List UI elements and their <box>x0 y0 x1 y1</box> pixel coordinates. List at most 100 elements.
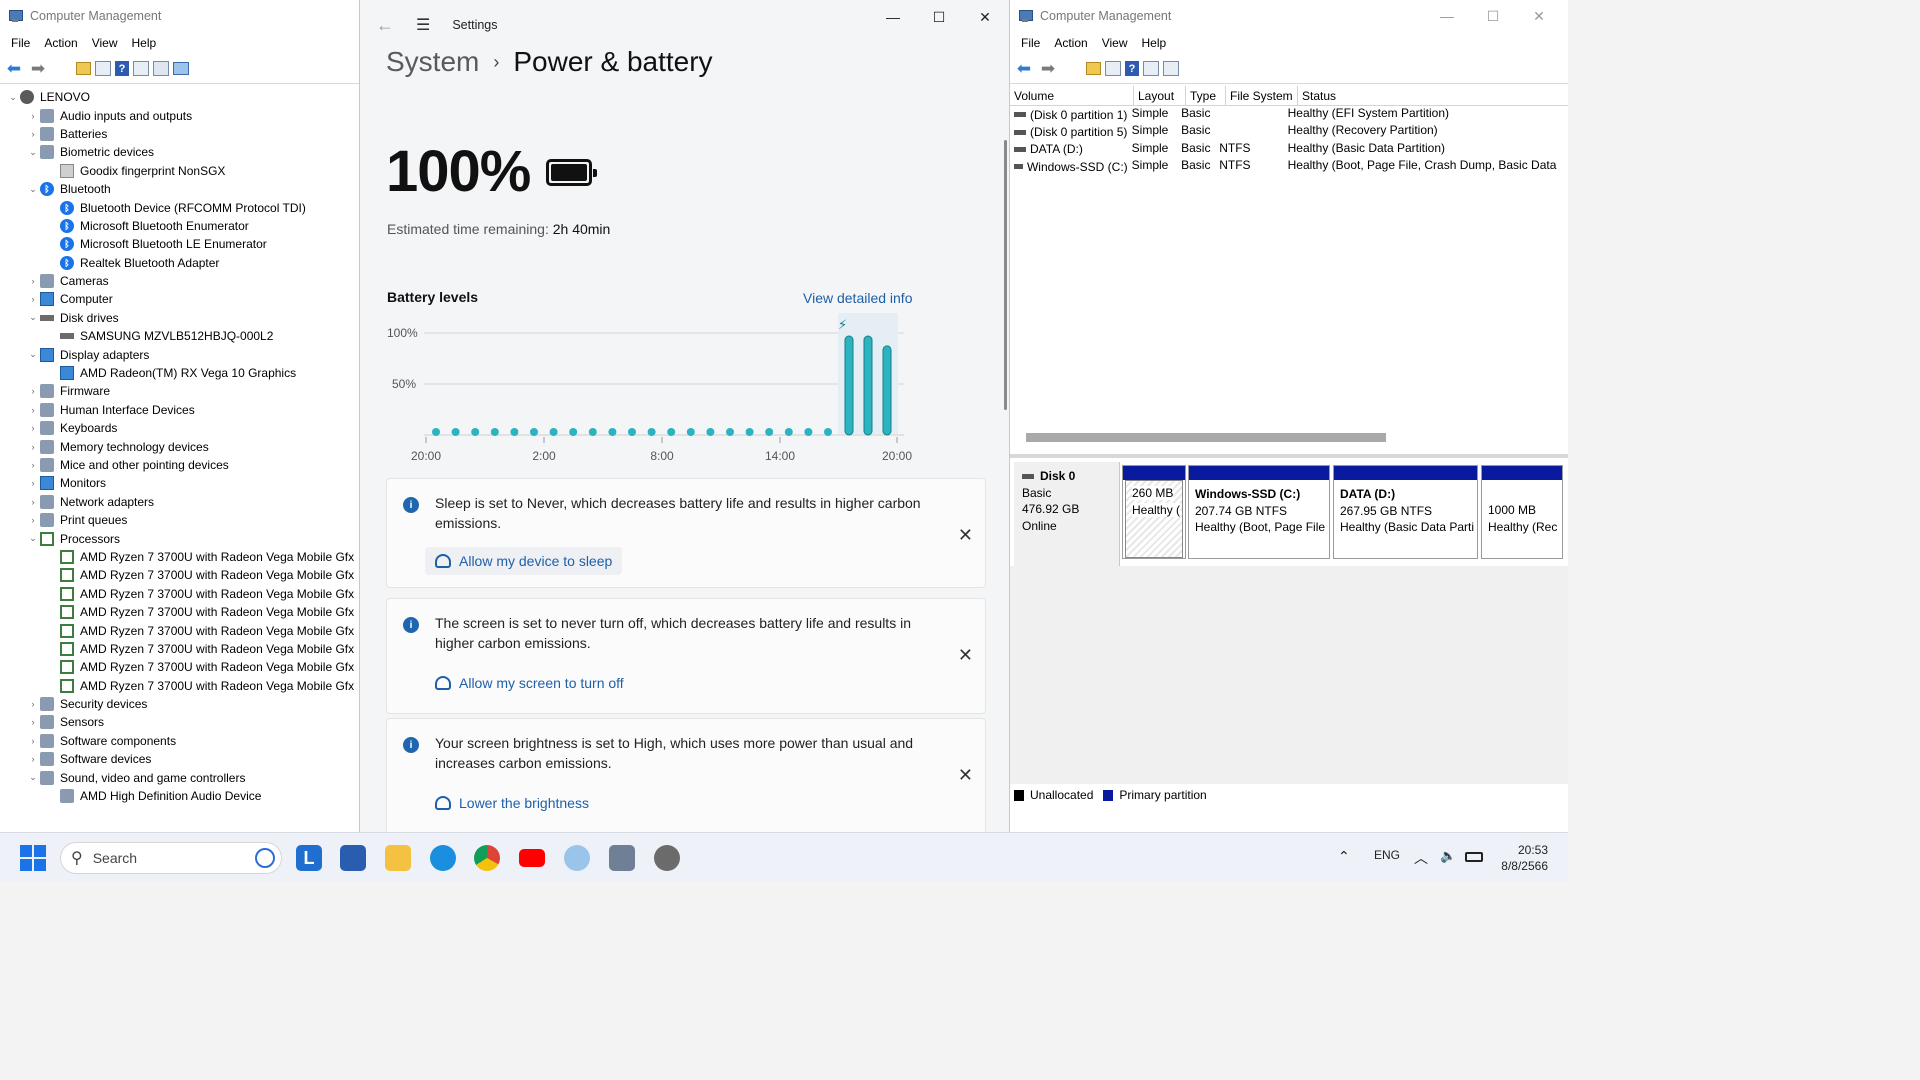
tree-item[interactable]: › Memory technology devices <box>0 437 359 455</box>
tree-item[interactable]: AMD Ryzen 7 3700U with Radeon Vega Mobil… <box>0 640 359 658</box>
hamburger-menu-icon[interactable]: ☰ <box>416 15 430 35</box>
close-icon[interactable]: ✕ <box>962 6 1008 28</box>
tree-item[interactable]: ⌄ ᛒ Bluetooth <box>0 180 359 198</box>
help-icon[interactable]: ? <box>115 61 129 76</box>
allow-screen-off-button[interactable]: Allow my screen to turn off <box>425 669 634 697</box>
chevron-right-icon[interactable]: › <box>26 294 40 304</box>
tree-item[interactable]: AMD Ryzen 7 3700U with Radeon Vega Mobil… <box>0 603 359 621</box>
pane-splitter[interactable] <box>1010 454 1568 458</box>
tree-item[interactable]: AMD Ryzen 7 3700U with Radeon Vega Mobil… <box>0 548 359 566</box>
chevron-up-icon[interactable]: ⌃ <box>1338 848 1350 865</box>
back-arrow-icon[interactable]: ← <box>376 15 394 36</box>
tree-item[interactable]: ⌄ Processors <box>0 529 359 547</box>
tree-item[interactable]: › Network adapters <box>0 493 359 511</box>
minimize-icon[interactable]: — <box>870 6 916 28</box>
volume-row[interactable]: DATA (D:) Simple Basic NTFS Healthy (Basic D… <box>1010 141 1568 158</box>
partition-efi[interactable]: 260 MB Healthy ( <box>1122 465 1186 559</box>
show-hide-tree-icon[interactable] <box>95 61 111 76</box>
chevron-down-icon[interactable]: ⌄ <box>26 184 40 195</box>
tree-item[interactable]: › Software components <box>0 732 359 750</box>
battery-icon[interactable] <box>1465 852 1483 862</box>
monitor-icon[interactable] <box>173 62 189 75</box>
back-arrow-icon[interactable]: ⬅ <box>1014 59 1034 79</box>
chevron-right-icon[interactable]: › <box>26 423 40 433</box>
chevron-down-icon[interactable]: ⌄ <box>26 772 40 783</box>
tree-item[interactable]: SAMSUNG MZVLB512HBJQ-000L2 <box>0 327 359 345</box>
store-icon[interactable] <box>340 845 366 871</box>
horizontal-scrollbar[interactable] <box>1026 433 1386 442</box>
folder-up-icon[interactable] <box>1086 62 1101 75</box>
computer-management-icon[interactable] <box>609 845 635 871</box>
tree-item[interactable]: AMD Ryzen 7 3700U with Radeon Vega Mobil… <box>0 677 359 695</box>
tree-item[interactable]: AMD Ryzen 7 3700U with Radeon Vega Mobil… <box>0 658 359 676</box>
chevron-right-icon[interactable]: › <box>26 442 40 452</box>
tree-item[interactable]: ⌄ Sound, video and game controllers <box>0 768 359 786</box>
wifi-icon[interactable]: ︿ <box>1414 848 1428 868</box>
chevron-right-icon[interactable]: › <box>26 717 40 727</box>
tree-item[interactable]: › Human Interface Devices <box>0 401 359 419</box>
tree-item[interactable]: AMD Ryzen 7 3700U with Radeon Vega Mobil… <box>0 621 359 639</box>
lower-brightness-button[interactable]: Lower the brightness <box>425 789 599 817</box>
tree-item[interactable]: ⌄ LENOVO <box>0 88 359 106</box>
menu-view[interactable]: View <box>85 36 125 50</box>
scrollbar[interactable] <box>1004 140 1007 410</box>
chevron-right-icon[interactable]: › <box>26 460 40 470</box>
settings-view-icon[interactable] <box>1163 61 1179 76</box>
chevron-right-icon[interactable]: › <box>26 497 40 507</box>
chevron-right-icon[interactable]: › <box>26 736 40 746</box>
menu-help[interactable]: Help <box>1135 36 1174 50</box>
tree-item[interactable]: › Sensors <box>0 713 359 731</box>
partition-data[interactable]: DATA (D:) 267.95 GB NTFS Healthy (Basic … <box>1333 465 1478 559</box>
folder-up-icon[interactable] <box>76 62 91 75</box>
tree-item[interactable]: › Cameras <box>0 272 359 290</box>
partition-recovery[interactable]: 1000 MB Healthy (Rec <box>1481 465 1563 559</box>
tree-item[interactable]: › Mice and other pointing devices <box>0 456 359 474</box>
chevron-down-icon[interactable]: ⌄ <box>26 533 40 544</box>
tree-item[interactable]: ⌄ Disk drives <box>0 309 359 327</box>
forward-arrow-icon[interactable]: ➡ <box>1038 59 1058 79</box>
tree-item[interactable]: › Monitors <box>0 474 359 492</box>
properties-icon[interactable] <box>1143 61 1159 76</box>
help-icon[interactable]: ? <box>1125 61 1139 76</box>
tree-item[interactable]: › Audio inputs and outputs <box>0 106 359 124</box>
tree-item[interactable]: AMD Ryzen 7 3700U with Radeon Vega Mobil… <box>0 585 359 603</box>
volume-row[interactable]: Windows-SSD (C:) Simple Basic NTFS Healthy (… <box>1010 158 1568 175</box>
chevron-down-icon[interactable]: ⌄ <box>26 349 40 360</box>
tree-item[interactable]: › Keyboards <box>0 419 359 437</box>
menu-action[interactable]: Action <box>1047 36 1094 50</box>
volume-row[interactable]: (Disk 0 partition 5) Simple Basic Healthy (… <box>1010 123 1568 140</box>
allow-sleep-button[interactable]: Allow my device to sleep <box>425 547 623 575</box>
chevron-down-icon[interactable]: ⌄ <box>26 147 40 158</box>
tree-item[interactable]: ᛒ Microsoft Bluetooth LE Enumerator <box>0 235 359 253</box>
column-status[interactable]: Status <box>1298 86 1566 105</box>
tree-item[interactable]: › Security devices <box>0 695 359 713</box>
tree-item[interactable]: ⌄ Biometric devices <box>0 143 359 161</box>
maximize-icon[interactable]: ☐ <box>916 6 962 28</box>
tree-item[interactable]: › Software devices <box>0 750 359 768</box>
chevron-right-icon[interactable]: › <box>26 405 40 415</box>
column-layout[interactable]: Layout <box>1134 86 1186 105</box>
edge-icon[interactable] <box>430 845 456 871</box>
column-type[interactable]: Type <box>1186 86 1226 105</box>
chevron-down-icon[interactable]: ⌄ <box>26 312 40 323</box>
chevron-right-icon[interactable]: › <box>26 386 40 396</box>
chevron-right-icon[interactable]: › <box>26 754 40 764</box>
close-icon[interactable]: ✕ <box>958 525 973 546</box>
clock[interactable]: 20:53 8/8/2566 <box>1501 842 1548 874</box>
chevron-right-icon[interactable]: › <box>26 478 40 488</box>
tree-item[interactable]: AMD Ryzen 7 3700U with Radeon Vega Mobil… <box>0 566 359 584</box>
chrome-icon[interactable] <box>474 845 500 871</box>
close-icon[interactable]: ✕ <box>1516 5 1562 27</box>
breadcrumb-system[interactable]: System <box>386 46 479 78</box>
tree-item[interactable]: › Computer <box>0 290 359 308</box>
minimize-icon[interactable]: — <box>1424 5 1470 27</box>
tree-item[interactable]: AMD High Definition Audio Device <box>0 787 359 804</box>
youtube-icon[interactable] <box>519 849 545 867</box>
menu-help[interactable]: Help <box>125 36 164 50</box>
maximize-icon[interactable]: ☐ <box>1470 5 1516 27</box>
tree-item[interactable]: ᛒ Bluetooth Device (RFCOMM Protocol TDI) <box>0 198 359 216</box>
column-file-system[interactable]: File System <box>1226 86 1298 105</box>
tree-item[interactable]: AMD Radeon(TM) RX Vega 10 Graphics <box>0 364 359 382</box>
show-hide-tree-icon[interactable] <box>1105 61 1121 76</box>
tree-item[interactable]: ᛒ Realtek Bluetooth Adapter <box>0 254 359 272</box>
